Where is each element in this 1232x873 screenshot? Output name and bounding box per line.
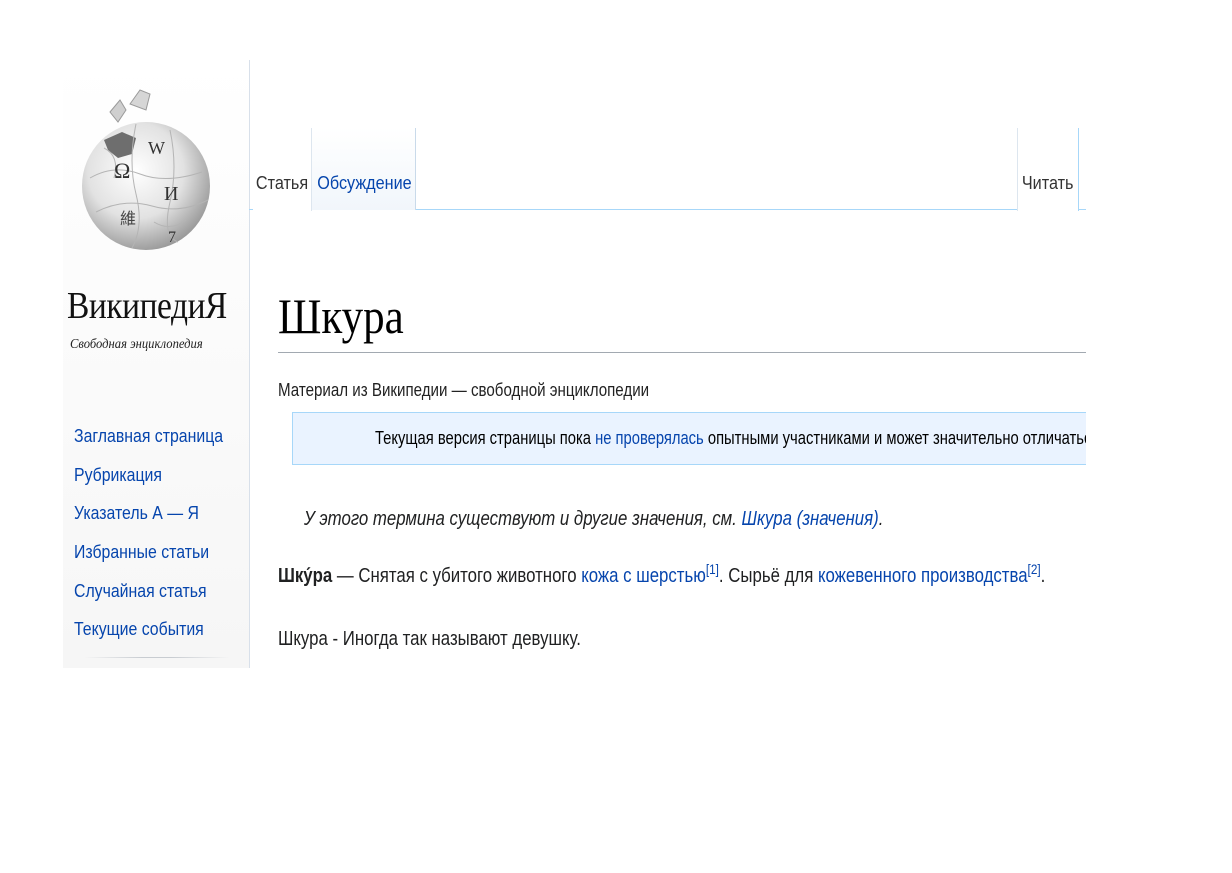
link-leather-production[interactable]: кожевенного производства bbox=[818, 565, 1028, 587]
hatnote-disambiguation-link[interactable]: Шкура (значения) bbox=[741, 508, 878, 530]
tab-talk-label: Обсуждение bbox=[317, 173, 412, 193]
reference-1[interactable]: [1] bbox=[706, 561, 719, 577]
hatnote-end: . bbox=[878, 508, 884, 530]
sidebar-item-featured[interactable]: Избранные статьи bbox=[74, 538, 223, 577]
link-skin[interactable]: кожа bbox=[581, 565, 618, 587]
term-bold: Шку́ра bbox=[278, 565, 333, 587]
tab-read-label: Читать bbox=[1022, 173, 1074, 193]
definition-text-2: . Сырьё для bbox=[718, 565, 818, 587]
hatnote-text: У этого термина существуют и другие знач… bbox=[304, 508, 742, 530]
sidebar-navigation: Заглавная страница Рубрикация Указатель … bbox=[74, 422, 243, 654]
tab-read[interactable]: Читать bbox=[1017, 128, 1079, 211]
sidebar-item-categories[interactable]: Рубрикация bbox=[74, 461, 223, 500]
globe-icon: Ω W И 維 7 bbox=[82, 89, 210, 250]
globe-w-glyph: W bbox=[148, 138, 165, 158]
disambiguation-hatnote: У этого термина существуют и другие знач… bbox=[304, 508, 883, 531]
notice-text-after: опытными участниками и может значительно… bbox=[703, 428, 1086, 448]
sidebar-item-index[interactable]: Указатель А — Я bbox=[74, 499, 223, 538]
sidebar-item-main-page[interactable]: Заглавная страница bbox=[74, 422, 223, 461]
definition-end: . bbox=[1040, 565, 1046, 587]
tab-article-label: Статья bbox=[255, 173, 309, 193]
page-title: Шкура bbox=[278, 280, 1086, 353]
notice-text: Текущая версия страницы пока не проверял… bbox=[375, 428, 1086, 449]
sidebar-item-current-events[interactable]: Текущие события bbox=[74, 615, 223, 654]
globe-seven-glyph: 7 bbox=[168, 229, 176, 246]
notice-not-reviewed-link[interactable]: не проверялась bbox=[595, 428, 704, 448]
sidebar-divider bbox=[84, 657, 230, 658]
tab-article[interactable]: Статья bbox=[253, 128, 312, 211]
page-title-text: Шкура bbox=[278, 288, 404, 344]
wikipedia-globe-logo[interactable]: Ω W И 維 7 bbox=[74, 82, 212, 274]
sidebar-item-random[interactable]: Случайная статья bbox=[74, 577, 223, 616]
wikipedia-tagline: Свободная энциклопедия bbox=[70, 337, 203, 352]
definition-paragraph: Шку́ра — Снятая с убитого животного кожа… bbox=[278, 562, 1046, 588]
globe-omega-glyph: Ω bbox=[114, 158, 130, 183]
definition-text-1: — Снятая с убитого животного bbox=[332, 565, 582, 587]
second-paragraph: Шкура - Иногда так называют девушку. bbox=[278, 628, 581, 650]
wikipedia-wordmark[interactable]: ВикипедиЯ bbox=[67, 284, 227, 328]
notice-text-before: Текущая версия страницы пока bbox=[375, 428, 596, 448]
tab-talk[interactable]: Обсуждение bbox=[312, 128, 416, 210]
site-subtitle: Материал из Википедии — свободной энцикл… bbox=[278, 380, 650, 400]
globe-i-glyph: И bbox=[164, 183, 178, 205]
globe-cjk-glyph: 維 bbox=[120, 209, 136, 228]
page-tabs: Статья Обсуждение Читать bbox=[249, 128, 1086, 211]
reference-2[interactable]: [2] bbox=[1028, 561, 1041, 577]
link-with-fur[interactable]: с шерстью bbox=[623, 565, 706, 587]
unreviewed-notice-box: Текущая версия страницы пока не проверял… bbox=[292, 412, 1086, 465]
